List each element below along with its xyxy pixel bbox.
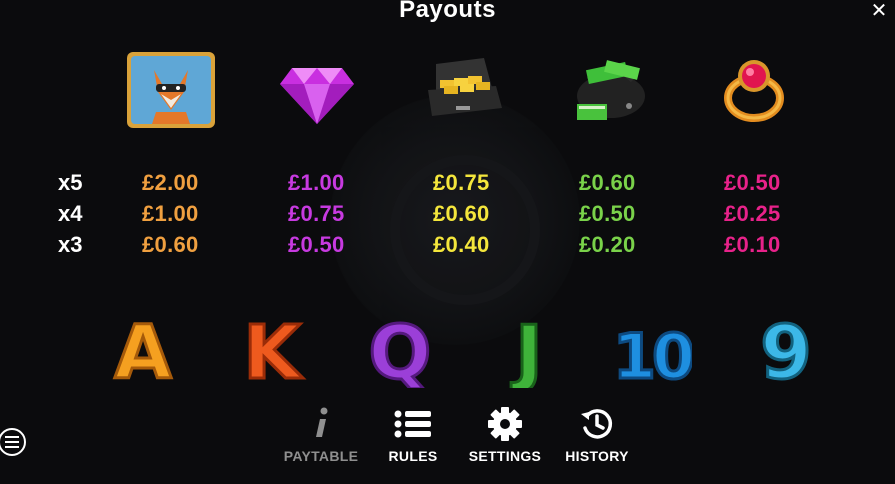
high-symbols-row (0, 50, 895, 134)
low-symbols-row: A K Q J 10 9 (0, 308, 895, 398)
payout-value: £0.40 (433, 232, 490, 257)
symbol-10-label: 10 (613, 320, 692, 388)
symbol-a-label: A (114, 310, 171, 388)
symbol-j: J (489, 308, 569, 398)
multiplier-x3: x3 (58, 232, 83, 257)
multiplier-column: x5 x4 x3 (58, 167, 82, 260)
briefcase-payout-column: £0.75 £0.60 £0.40 (433, 167, 490, 260)
symbol-k: K (232, 308, 312, 398)
symbol-9: 9 (746, 308, 826, 398)
payout-value: £1.00 (142, 201, 199, 226)
symbol-q: Q (360, 308, 440, 398)
tab-history[interactable]: HISTORY (547, 404, 647, 464)
gear-icon (455, 404, 555, 444)
payout-value: £0.25 (724, 201, 781, 226)
payout-value: £1.00 (288, 170, 345, 195)
payout-value: £0.60 (433, 201, 490, 226)
payout-value: £0.60 (579, 170, 636, 195)
payout-value: £0.10 (724, 232, 781, 257)
diamond-payout-column: £1.00 £0.75 £0.50 (288, 167, 345, 260)
gold-briefcase-symbol-icon (418, 50, 508, 130)
payout-value: £0.50 (724, 170, 781, 195)
money-bag-payout-column: £0.60 £0.50 £0.20 (579, 167, 636, 260)
tab-history-label: HISTORY (565, 448, 629, 464)
payout-value: £0.50 (579, 201, 636, 226)
tab-paytable[interactable]: PAYTABLE (271, 404, 371, 464)
fox-payout-column: £2.00 £1.00 £0.60 (142, 167, 199, 260)
fox-symbol-icon (126, 50, 216, 130)
symbol-q-label: Q (369, 310, 432, 388)
payout-value: £0.75 (288, 201, 345, 226)
diamond-symbol-icon (272, 50, 362, 130)
payout-value: £0.50 (288, 232, 345, 257)
list-icon (363, 404, 463, 444)
tab-settings[interactable]: SETTINGS (455, 404, 555, 464)
symbol-a: A (103, 308, 183, 398)
symbol-k-label: K (243, 310, 303, 388)
history-icon (547, 404, 647, 444)
money-bag-symbol-icon (565, 50, 655, 130)
close-button[interactable]: ✕ (869, 1, 889, 22)
symbol-9-label: 9 (760, 310, 812, 388)
tab-paytable-label: PAYTABLE (283, 448, 359, 464)
symbol-10: 10 (611, 308, 698, 395)
tab-rules[interactable]: RULES (363, 404, 463, 464)
tab-settings-label: SETTINGS (468, 448, 542, 464)
multiplier-x5: x5 (58, 170, 83, 195)
payout-value: £0.20 (579, 232, 636, 257)
bottom-nav: PAYTABLE RULES SETTINGS HISTORY (0, 404, 895, 484)
payout-value: £0.75 (433, 170, 490, 195)
symbol-j-label: J (510, 310, 543, 388)
page-title: Payouts (399, 0, 496, 23)
ruby-ring-payout-column: £0.50 £0.25 £0.10 (724, 167, 781, 260)
tab-rules-label: RULES (388, 448, 438, 464)
ruby-ring-symbol-icon (708, 50, 798, 130)
payout-value: £2.00 (142, 170, 199, 195)
multiplier-x4: x4 (58, 201, 83, 226)
info-icon (271, 404, 371, 444)
payout-value: £0.60 (142, 232, 199, 257)
